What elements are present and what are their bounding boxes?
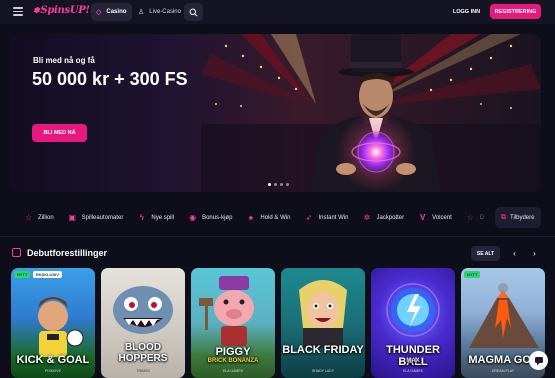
- game-art: [299, 280, 347, 348]
- game-card-black-friday[interactable]: BLACK FRIDAY SHADY LADY: [281, 268, 365, 378]
- game-provider: PIXMOVE: [45, 369, 61, 373]
- game-title: KICK & GOAL: [16, 354, 90, 366]
- category-bar: ☆ Zillion ▣ Spilleautomater ϟ Nye spill ◉ Bo…: [11, 205, 541, 230]
- category-zillion[interactable]: ☆ Zillion: [24, 213, 54, 222]
- person-icon: ♙: [138, 9, 145, 16]
- game-provider: TRINGS: [136, 369, 150, 373]
- prev-arrow-button[interactable]: ‹: [507, 246, 522, 261]
- hero-banner[interactable]: Bli med nå og få 50 000 kr + 300 FS BLI …: [11, 34, 541, 192]
- providers-button[interactable]: ⧉ Tilbydere: [495, 207, 541, 228]
- diamond-icon: ◇: [96, 9, 102, 16]
- exclusive-badge: EKSKLUSIV: [33, 271, 62, 278]
- hero-title: 50 000 kr + 300 FS: [32, 69, 188, 89]
- category-fade: [461, 205, 495, 230]
- divider: [0, 236, 555, 237]
- new-badge: NYTT: [464, 271, 481, 278]
- v-icon: V: [419, 213, 426, 222]
- chat-icon: [534, 356, 543, 365]
- chevron-left-icon: ‹: [513, 249, 516, 258]
- tab-casino[interactable]: ◇ Casino: [91, 3, 133, 21]
- top-bar: ❃SpinsUP! ◇ Casino ♙ Live-Casino LOGG IN…: [0, 0, 555, 24]
- login-button[interactable]: LOGG INN: [446, 4, 487, 19]
- game-card-thunder-ball[interactable]: THUNDER BALL MAX ELA GAMES: [371, 268, 455, 378]
- search-icon: [189, 8, 198, 16]
- game-title: BLOOD HOPPERS: [118, 342, 168, 364]
- spade-icon: ♠: [248, 213, 254, 222]
- category-voltent[interactable]: V Volcent: [418, 213, 452, 222]
- category-jackpots[interactable]: ✲ Jackpotter: [362, 213, 405, 222]
- section-title: Debutforestillinger: [27, 248, 108, 258]
- game-provider: ELA GAMES: [222, 369, 244, 373]
- game-card-piggy[interactable]: PIGGY BRICK BONANZA ELA GAMES: [191, 268, 275, 378]
- category-instant-win[interactable]: ➶ Instant Win: [304, 213, 349, 222]
- carousel-dot[interactable]: [280, 183, 283, 186]
- next-arrow-button[interactable]: ›: [527, 246, 542, 261]
- carousel-dot[interactable]: [286, 183, 289, 186]
- bolt-icon: ϟ: [139, 213, 144, 222]
- register-button[interactable]: REGISTRERING: [490, 4, 541, 19]
- game-provider: ELA GAMES: [402, 369, 424, 373]
- tab-live-casino[interactable]: ♙ Live-Casino: [133, 3, 187, 21]
- chevron-right-icon: ›: [533, 249, 536, 258]
- category-bonus-buy[interactable]: ◉ Bonus-kjøp: [188, 213, 232, 222]
- category-hold-win[interactable]: ♠ Hold & Win: [246, 213, 291, 222]
- game-provider: SHADY LADY: [311, 369, 335, 373]
- game-title: PIGGY: [215, 346, 251, 358]
- gear-icon: ✲: [363, 213, 371, 222]
- chat-button[interactable]: [529, 351, 548, 370]
- game-subtitle: BRICK BONANZA: [207, 358, 259, 364]
- logo[interactable]: ❃SpinsUP!: [33, 5, 90, 16]
- see-all-button[interactable]: SE ALT: [471, 246, 500, 261]
- rocket-icon: ➶: [305, 213, 313, 222]
- coin-icon: ◉: [189, 213, 197, 222]
- game-subtitle: MAX: [406, 358, 420, 364]
- new-badge: NYTT: [14, 271, 31, 278]
- slot-icon: ▣: [68, 213, 76, 222]
- carousel-dots: [268, 183, 289, 186]
- section-icon: [12, 248, 21, 257]
- join-now-button[interactable]: BLI MED NÅ: [32, 124, 87, 142]
- carousel-dot[interactable]: [274, 183, 277, 186]
- game-card-kick-goal[interactable]: NYTT EKSKLUSIV KICK & GOAL PIXMOVE: [11, 268, 95, 378]
- search-button[interactable]: [184, 3, 203, 21]
- category-slots[interactable]: ▣ Spilleautomater: [68, 213, 123, 222]
- game-title: THUNDER BALL: [386, 344, 440, 368]
- category-new-games[interactable]: ϟ Nye spill: [137, 213, 174, 222]
- carousel-dot[interactable]: [268, 183, 271, 186]
- game-card-blood-hoppers[interactable]: BLOOD HOPPERS TRINGS: [101, 268, 185, 378]
- grid-icon: ⧉: [501, 213, 506, 221]
- hero-subtitle: Bli med nå og få: [33, 56, 95, 65]
- star-icon: ☆: [24, 213, 33, 222]
- game-provider: DREAM PLAY: [491, 369, 515, 373]
- menu-icon[interactable]: [13, 7, 23, 16]
- game-title: BLACK FRIDAY: [282, 344, 364, 356]
